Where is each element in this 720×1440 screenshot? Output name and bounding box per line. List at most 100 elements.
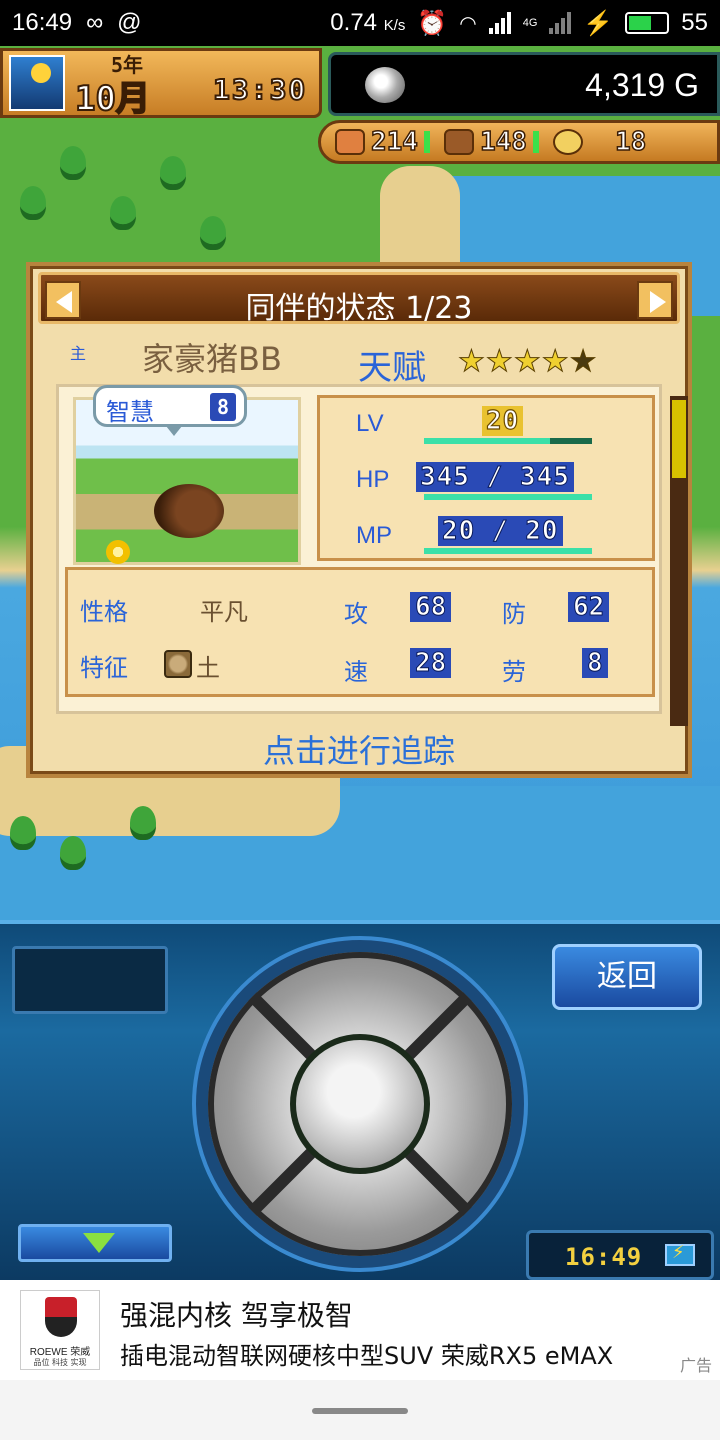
resource-bar: 214 148 18 [318,120,720,164]
personality-value: 平凡 [200,598,248,626]
network-type: 4G [522,17,538,29]
labor-label: 劳 [502,658,526,686]
battery-icon [625,12,670,34]
pouch-icon [365,67,405,103]
panel-title: 同伴的状态 1/23 [245,291,473,326]
intelligence-value: 8 [210,393,236,421]
signal-icon [488,12,511,34]
tree [20,186,46,220]
defense-label: 防 [502,600,526,628]
dpad-center-button[interactable] [290,1034,430,1174]
brand-shield-icon [45,1297,77,1337]
companion-name: 家豪猪BB [142,340,282,378]
stats-box: LV 20 HP 345 / 345 MP 20 / 20 [317,395,655,561]
attributes-box: 性格 平凡 攻 68 防 62 特征 土 速 28 劳 8 [65,567,655,697]
name-row: 主 家豪猪BB [70,340,282,378]
flower-icon [106,540,130,564]
ad-description: 插电混动智联网硬核中型SUV 荣威RX5 eMAX [120,1342,614,1370]
tree [130,806,156,840]
ad-brand-sub: 品位 科技 实现 [33,1358,87,1367]
labor-value: 8 [582,648,608,679]
leader-tag: 主 [70,344,87,363]
speed-value: 28 [410,648,452,679]
ad-banner[interactable]: ROEWE 荣威 品位 科技 实现 强混内核 驾享极智 插电混动智联网硬核中型S… [0,1280,720,1380]
resource-wood: 148 [430,126,539,158]
back-button[interactable]: 返回 [552,944,702,1010]
companion-status-panel: 同伴的状态 1/23 主 家豪猪BB 天赋 ★ ★ ★ ★ ★ 智慧 8 LV … [26,262,692,778]
intelligence-label: 智慧 [106,398,154,426]
gold-panel: 4,319 G [328,52,720,116]
earth-element-icon [164,650,192,678]
star-icon: ★ [513,344,541,380]
device-clock-text: 16:49 [565,1243,643,1271]
lv-value: 20 [482,405,524,437]
device-clock: 16:49 [526,1230,714,1280]
boar-sprite [154,484,224,538]
mp-label: MP [356,522,392,549]
intelligence-bubble: 智慧 8 [93,385,247,436]
resource-medal: 18 [539,126,647,158]
game-clock: 13:30 [212,72,308,107]
star-icon: ★ [458,344,486,380]
status-bar: 16:49 ∞ @ 0.74 K/s ⏰ ◠ 4G ⚡ 55 [0,0,720,46]
gold-amount: 4,319 G [585,67,699,103]
infinity-icon: ∞ [86,9,104,36]
hp-value: 345 / 345 [416,462,574,493]
star-icon: ★ [485,344,513,380]
tree [60,146,86,180]
dpad-ring [192,936,528,1272]
home-indicator[interactable] [312,1408,408,1414]
dpad[interactable] [208,952,512,1256]
weather-icon [9,55,65,111]
net-speed: 0.74 K/s [330,9,406,36]
star-icon: ★ [541,344,569,380]
ad-brand: ROEWE 荣威 [29,1347,91,1358]
battery-level: 55 [681,9,708,36]
charging-icon: ⚡ [583,9,614,37]
ad-tag: 广告 [679,1356,712,1375]
attack-value: 68 [410,592,452,623]
month: 10月 [74,78,151,120]
lv-bar [424,438,592,444]
mini-screen [12,946,168,1014]
trait-label: 特征 [80,654,128,682]
tree [200,216,226,250]
signal-2-icon [549,12,572,34]
sync-icon: @ [117,9,142,36]
star-empty-icon: ★ [569,344,597,380]
medal-icon [552,129,583,155]
scrollbar[interactable] [670,396,688,726]
controller-area: 返回 16:49 [0,920,720,1280]
defense-value: 62 [568,592,610,623]
scrollbar-thumb[interactable] [672,400,686,478]
resource-meat: 214 [321,126,430,158]
date-panel: 5年 10月 13:30 [0,48,322,120]
mp-value: 20 / 20 [438,516,563,547]
battery-charging-icon [665,1242,695,1266]
detail-box: 智慧 8 LV 20 HP 345 / 345 MP 20 / 20 性格 平凡… [56,384,662,714]
track-button[interactable]: 点击进行追踪 [30,726,688,772]
tree [160,156,186,190]
ad-logo: ROEWE 荣威 品位 科技 实现 [20,1290,100,1370]
wifi-icon: ◠ [459,12,477,35]
tree [10,816,36,850]
tree [110,196,136,230]
trait-value: 土 [196,654,220,682]
nav-bar [0,1380,720,1440]
alarm-icon: ⏰ [417,9,448,37]
talent-label: 天赋 [358,348,426,388]
menu-down-button[interactable] [18,1224,172,1262]
ad-headline: 强混内核 驾享极智 [120,1299,353,1332]
mp-bar [424,548,592,554]
wood-icon [443,129,474,155]
lv-label: LV [356,410,384,437]
hp-bar [424,494,592,500]
attack-label: 攻 [344,600,368,628]
status-time: 16:49 [12,9,73,36]
meat-icon [335,129,365,155]
personality-label: 性格 [80,598,128,626]
tree [60,836,86,870]
talent-stars: ★ ★ ★ ★ ★ [458,344,598,380]
panel-header: 同伴的状态 1/23 [38,272,680,326]
next-companion-button[interactable] [637,281,673,319]
